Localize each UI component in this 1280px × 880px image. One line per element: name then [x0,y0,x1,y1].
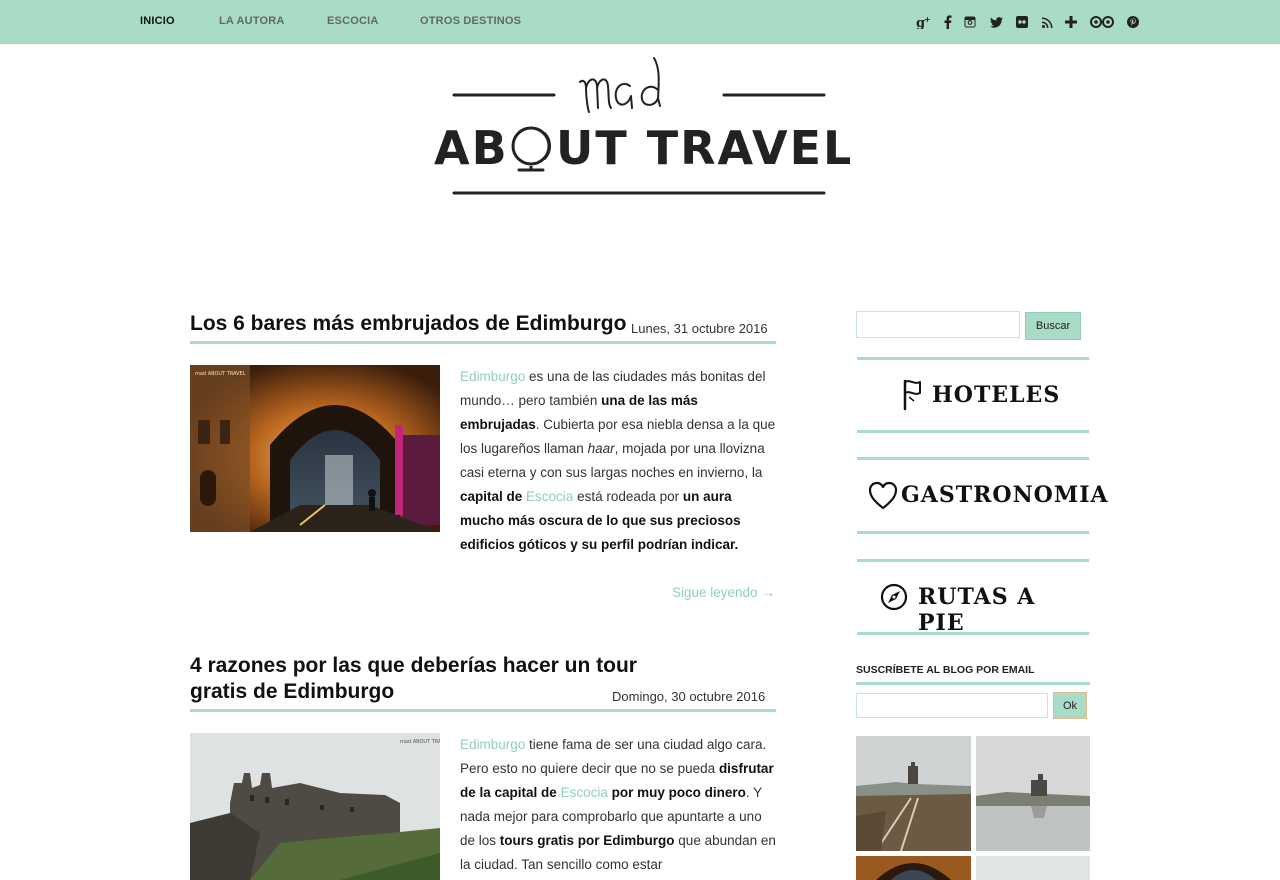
post-date: Lunes, 31 octubre 2016 [631,321,768,336]
subscribe-title: SUSCRÍBETE AL BLOG POR EMAIL [856,664,1035,676]
post-excerpt: Edimburgo tiene fama de ser una ciudad a… [460,737,776,872]
tripadvisor-icon[interactable] [1089,13,1115,31]
gallery-photo-arch[interactable] [856,856,971,880]
nav-item-inicio[interactable]: INICIO [140,15,175,27]
flag-icon [902,379,924,416]
nav-item-escocia[interactable]: ESCOCIA [327,15,379,27]
read-more-link[interactable]: Sigue leyendo → [672,585,775,600]
category-rule [857,559,1089,562]
edimburgo-link[interactable]: Edimburgo [460,369,525,384]
search-button[interactable]: Buscar [1025,312,1081,340]
search-input[interactable] [856,311,1020,338]
nav-item-otros-destinos[interactable]: OTROS DESTINOS [420,15,521,27]
category-gastronomia[interactable]: GASTRONOMIA [856,457,1108,534]
post-excerpt: Edimburgo es una de las ciudades más bon… [460,369,776,552]
gallery-photo-sky[interactable] [976,856,1090,880]
category-label: RUTAS A PIE [918,584,1036,636]
escocia-link[interactable]: Escocia [561,785,608,800]
svg-text:+: + [924,15,931,24]
blog-logo[interactable]: AB UT TRAVEL [430,52,852,202]
category-rutas-a-pie[interactable]: RUTAS A PIE [856,559,1090,636]
post-thumbnail-edinburgh-castle[interactable]: mad ABOUT TRAVEL [190,733,440,880]
facebook-icon[interactable] [942,13,954,31]
heart-icon [868,481,898,516]
top-navigation-bar: INICIO LA AUTORA ESCOCIA OTROS DESTINOS … [0,0,1280,44]
edimburgo-link[interactable]: Edimburgo [460,737,525,752]
post-date: Domingo, 30 octubre 2016 [612,689,766,704]
bloglovin-icon[interactable] [1064,13,1078,31]
category-hoteles[interactable]: HOTELES [856,357,1090,433]
logo-text-ab: AB [434,121,509,175]
email-input[interactable] [856,693,1048,718]
category-label: HOTELES [932,382,1061,408]
category-label: GASTRONOMIA [901,482,1109,508]
pinterest-icon[interactable] [1126,13,1140,31]
post-title[interactable]: Los 6 bares más embrujados de Edimburgo [190,311,626,337]
category-rule [857,531,1089,534]
category-rule [857,357,1089,360]
post-title-rule [190,709,776,712]
image-watermark: mad ABOUT TRAVEL [400,739,440,745]
gallery-photo-castle-stalker-rails[interactable] [856,736,971,851]
category-rule [857,457,1089,460]
image-watermark: mad ABOUT TRAVEL [195,371,246,377]
subscribe-rule [856,682,1090,685]
nav-item-la-autora[interactable]: LA AUTORA [219,15,285,27]
gallery-photo-castle-lake[interactable] [976,736,1090,851]
compass-icon [880,583,908,616]
category-rule [857,632,1089,635]
google-plus-icon[interactable]: g + [916,13,932,31]
escocia-link[interactable]: Escocia [526,489,573,504]
post-title-rule [190,341,776,344]
post-title[interactable]: 4 razones por las que deberías hacer un … [190,653,650,705]
category-rule [857,430,1089,433]
logo-text-ut-travel: UT TRAVEL [556,121,850,175]
subscribe-ok-button[interactable]: Ok [1053,692,1087,719]
post-thumbnail-edinburgh-arch[interactable]: mad ABOUT TRAVEL [190,365,440,532]
rss-icon[interactable] [1040,13,1054,31]
instagram-icon[interactable] [963,13,977,31]
twitter-icon[interactable] [988,13,1004,31]
flickr-icon[interactable] [1014,13,1030,31]
